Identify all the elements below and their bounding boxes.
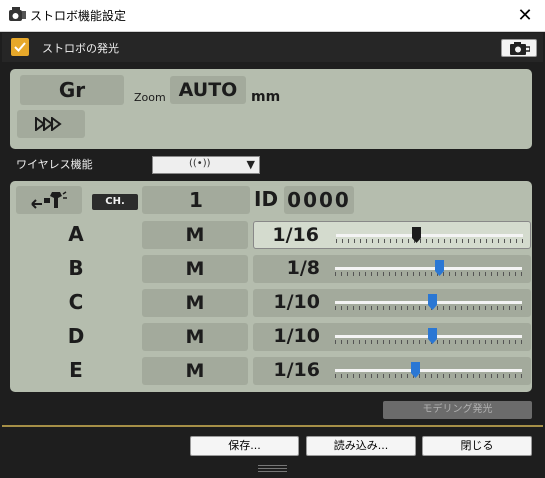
wireless-function-row: ワイヤレス機能 ((•)) ▼ bbox=[2, 153, 543, 175]
group-power-value: 1/16 bbox=[272, 224, 319, 246]
modeling-flash-button[interactable]: モデリング発光 bbox=[383, 401, 532, 419]
flash-app-icon bbox=[9, 7, 26, 21]
camera-icon bbox=[510, 42, 530, 55]
window-title: ストロボ機能設定 bbox=[30, 9, 127, 23]
wireless-mode-button[interactable] bbox=[17, 110, 85, 138]
slider-track bbox=[335, 369, 522, 372]
group-row: B M 1/8 bbox=[10, 253, 532, 283]
zoom-unit: mm bbox=[251, 89, 281, 105]
slider-thumb-icon[interactable] bbox=[428, 294, 437, 310]
group-power-slider[interactable] bbox=[335, 327, 522, 349]
group-letter: B bbox=[68, 256, 84, 280]
group-row: E M 1/16 bbox=[10, 355, 532, 385]
slider-track bbox=[335, 267, 522, 270]
group-row: C M 1/10 bbox=[10, 287, 532, 317]
group-power-cell[interactable]: 1/10 bbox=[253, 323, 531, 351]
close-button[interactable]: 閉じる bbox=[422, 436, 532, 456]
group-power-value: 1/10 bbox=[273, 291, 320, 313]
wireless-master-icon bbox=[31, 191, 67, 209]
flash-enable-bar: ストロボの発光 bbox=[2, 33, 543, 62]
triple-arrow-icon bbox=[35, 117, 62, 131]
group-row: D M 1/10 bbox=[10, 321, 532, 351]
radio-wave-icon: ((•)) bbox=[189, 158, 211, 169]
slider-ticks bbox=[335, 374, 522, 378]
group-mode[interactable]: M bbox=[142, 289, 248, 317]
group-letter: E bbox=[69, 358, 83, 382]
group-mode[interactable]: M bbox=[142, 357, 248, 385]
group-power-cell[interactable]: 1/8 bbox=[253, 255, 531, 283]
flash-mode-panel: Gr Zoom AUTO mm bbox=[10, 69, 532, 149]
checkmark-icon bbox=[14, 42, 26, 52]
zoom-label: Zoom bbox=[134, 91, 166, 104]
group-row: A M 1/16 bbox=[10, 219, 532, 249]
channel-value[interactable]: 1 bbox=[142, 186, 250, 214]
wireless-function-select[interactable]: ((•)) ▼ bbox=[152, 156, 260, 174]
divider bbox=[2, 425, 543, 427]
flash-mode-value[interactable]: Gr bbox=[20, 75, 124, 105]
slider-ticks bbox=[336, 239, 523, 243]
flash-enable-label: ストロボの発光 bbox=[42, 42, 119, 55]
title-bar: ストロボ機能設定 ✕ bbox=[0, 0, 545, 32]
save-button[interactable]: 保存... bbox=[190, 436, 299, 456]
slider-track bbox=[336, 234, 523, 237]
group-mode[interactable]: M bbox=[142, 323, 248, 351]
flash-enable-checkbox[interactable] bbox=[11, 38, 29, 56]
wireless-function-label: ワイヤレス機能 bbox=[16, 158, 93, 171]
group-power-slider[interactable] bbox=[335, 293, 522, 315]
group-power-slider[interactable] bbox=[335, 259, 522, 281]
group-letter: A bbox=[68, 222, 84, 246]
group-power-slider[interactable] bbox=[335, 361, 522, 383]
group-power-cell[interactable]: 1/16 bbox=[253, 357, 531, 385]
group-letter: C bbox=[68, 290, 84, 314]
slider-ticks bbox=[335, 272, 522, 276]
group-mode[interactable]: M bbox=[142, 221, 248, 249]
zoom-value[interactable]: AUTO bbox=[170, 76, 246, 104]
chevron-down-icon: ▼ bbox=[246, 158, 255, 171]
load-button[interactable]: 読み込み... bbox=[306, 436, 416, 456]
group-power-value: 1/10 bbox=[273, 325, 320, 347]
id-value[interactable]: 0000 bbox=[284, 186, 354, 214]
group-power-cell[interactable]: 1/16 bbox=[253, 221, 531, 249]
window-close-icon[interactable]: ✕ bbox=[513, 5, 537, 27]
group-mode[interactable]: M bbox=[142, 255, 248, 283]
wireless-master-button[interactable] bbox=[16, 186, 82, 214]
group-power-value: 1/8 bbox=[286, 257, 320, 279]
slider-thumb-icon[interactable] bbox=[435, 260, 444, 276]
id-label: ID bbox=[254, 187, 279, 211]
camera-settings-button[interactable] bbox=[501, 39, 537, 57]
group-settings-panel: CH. 1 ID 0000 A M 1/16 B M 1/8 C M 1/10 D M 1/10 E M 1… bbox=[10, 181, 532, 392]
slider-thumb-icon[interactable] bbox=[411, 362, 420, 378]
group-power-slider[interactable] bbox=[336, 226, 523, 248]
group-power-value: 1/16 bbox=[273, 359, 320, 381]
slider-thumb-icon[interactable] bbox=[412, 227, 421, 243]
resize-grip-icon[interactable] bbox=[258, 465, 287, 474]
channel-label: CH. bbox=[92, 194, 138, 210]
group-power-cell[interactable]: 1/10 bbox=[253, 289, 531, 317]
slider-thumb-icon[interactable] bbox=[428, 328, 437, 344]
group-letter: D bbox=[67, 324, 85, 348]
